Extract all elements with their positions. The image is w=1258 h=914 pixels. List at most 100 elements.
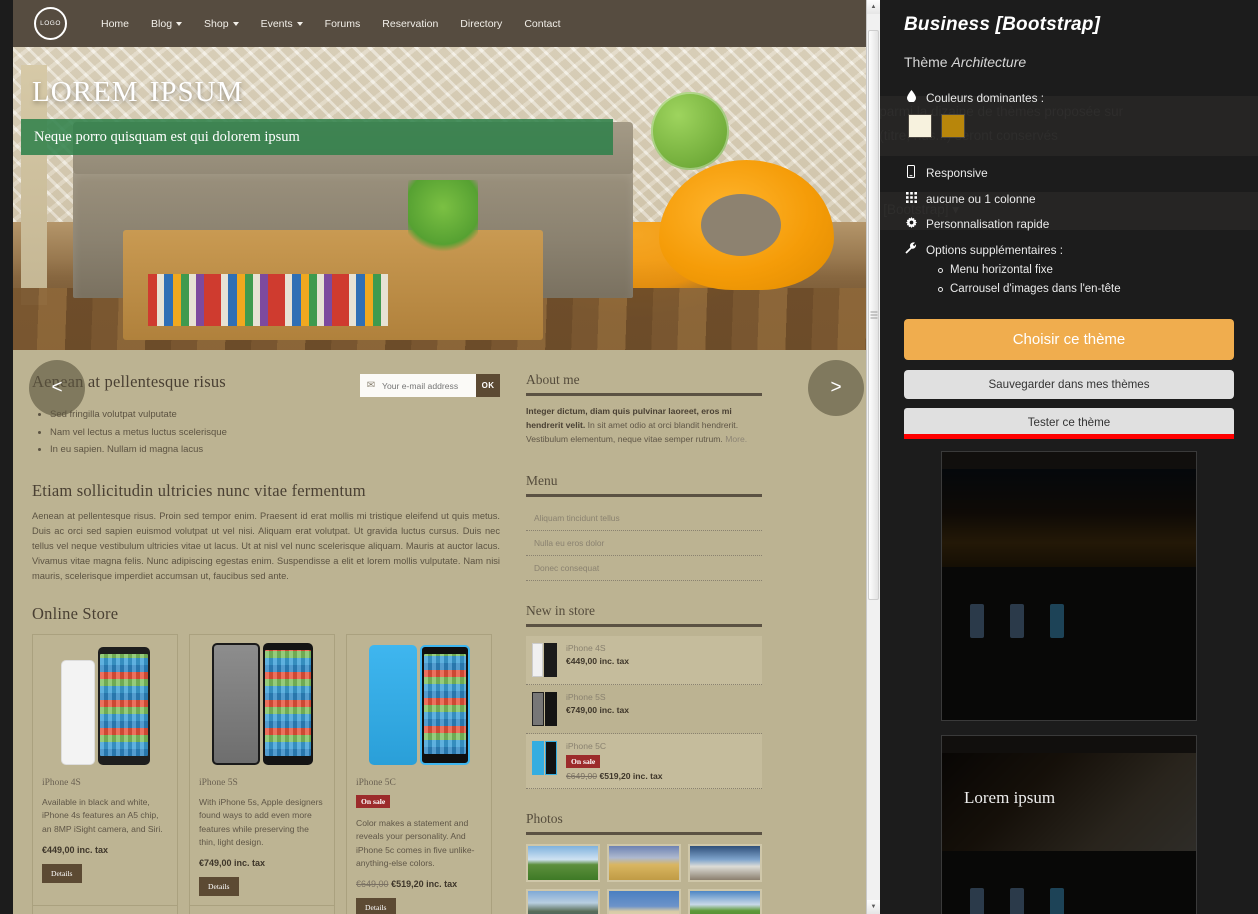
color-swatch-cream[interactable]: [908, 114, 932, 138]
hero-globe-decor: [651, 92, 729, 170]
nav-label: Directory: [460, 17, 503, 30]
photo-thumbnail-tree-meadow[interactable]: [526, 843, 600, 882]
list-item[interactable]: iPhone 4S €449,00 inc. tax: [526, 635, 762, 685]
product-name: iPhone 5C: [356, 777, 396, 788]
scrollbar-grip: [870, 311, 877, 319]
theme-prefix: Thème: [904, 54, 952, 70]
status-badge: On sale: [356, 794, 391, 808]
photo-thumbnail-mountain-lake[interactable]: [526, 888, 600, 914]
list-item: In eu sapien. Nullam id magna lacus: [50, 441, 500, 459]
about-me-more-link[interactable]: More.: [725, 434, 747, 444]
save-theme-button[interactable]: Sauvegarder dans mes thèmes: [904, 370, 1234, 399]
product-name: iPhone 5S: [199, 777, 238, 788]
site-logo[interactable]: LOGO: [34, 7, 67, 40]
product-card[interactable]: iPhone 4S Available in black and white, …: [32, 633, 178, 914]
carousel-prev-button[interactable]: <: [29, 360, 85, 416]
product-thumbnail: [532, 642, 558, 677]
divider: [526, 831, 762, 835]
nav-label: Contact: [524, 17, 561, 30]
theme-preview-thumbnail-tractor[interactable]: [941, 451, 1197, 721]
nav-item-home[interactable]: Home: [90, 18, 140, 30]
main-heading-2: Etiam sollicitudin ultricies nunc vitae …: [32, 480, 366, 500]
nav-label: Reservation: [382, 17, 439, 30]
nav-item-events[interactable]: Events: [250, 18, 314, 30]
nav-item-directory[interactable]: Directory: [449, 18, 513, 30]
nav-label: Events: [260, 17, 293, 30]
test-theme-button-wrapper: Tester ce thème: [904, 408, 1234, 439]
hero-title: Lorem ipsum: [32, 64, 244, 110]
list-item[interactable]: iPhone 5S €749,00 inc. tax: [526, 685, 762, 734]
product-details-button[interactable]: Details: [199, 877, 239, 897]
theme-name: Architecture: [951, 54, 1027, 70]
photo-thumbnail-field-trees[interactable]: [607, 888, 681, 914]
responsive-label: Responsive: [926, 166, 988, 180]
product-card[interactable]: iPhone 5S With iPhone 5s, Apple designer…: [189, 633, 335, 914]
nav-item-blog[interactable]: Blog: [140, 18, 193, 30]
options-label: Options supplémentaires :: [926, 242, 1064, 257]
newsletter-subscribe-form: ✉ OK: [360, 374, 500, 397]
color-swatch-gold[interactable]: [941, 114, 965, 138]
list-item: Carrousel d'images dans l'en-tête: [938, 283, 1234, 295]
product-thumbnail: [532, 740, 558, 775]
menu-title: Menu: [526, 472, 558, 488]
envelope-icon: ✉: [360, 374, 382, 397]
nav-item-contact[interactable]: Contact: [513, 18, 571, 30]
site-body: Aenean at pellentesque risus ✉ OK Sed fr…: [13, 350, 879, 914]
list-item: Nam vel lectus a metus luctus scelerisqu…: [50, 424, 500, 442]
product-image-iphone-5c: [347, 635, 491, 770]
product-details-button[interactable]: Details: [356, 898, 396, 914]
photo-thumbnail-windmill[interactable]: [688, 843, 762, 882]
new-in-store-title: New in store: [526, 602, 595, 618]
menu-item[interactable]: Aliquam tincidunt tellus: [526, 506, 762, 531]
list-item[interactable]: iPhone 5C On sale €649,00 €519,20 inc. t…: [526, 733, 762, 789]
scroll-up-button[interactable]: ▲: [867, 0, 880, 14]
add-to-cart-button[interactable]: ADD TO CART: [33, 905, 177, 914]
product-details-button[interactable]: Details: [42, 863, 82, 883]
option-label: Menu horizontal fixe: [950, 264, 1053, 276]
bullet-circle-icon: [938, 286, 943, 292]
feature-colors: Couleurs dominantes :: [904, 90, 1234, 105]
product-image-iphone-4s: [33, 635, 177, 770]
scrollbar-thumb[interactable]: [868, 30, 879, 600]
product-price: €449,00 inc. tax: [42, 844, 109, 855]
product-thumbnail: [532, 691, 558, 726]
nav-item-forums[interactable]: Forums: [314, 18, 372, 30]
email-input[interactable]: [382, 374, 476, 397]
preview-scrollbar[interactable]: ▲ ▼: [866, 0, 880, 914]
bullet-circle-icon: [938, 267, 943, 273]
scroll-down-button[interactable]: ▼: [867, 900, 880, 914]
product-description: Color makes a statement and reveals your…: [356, 817, 475, 868]
photos-title: Photos: [526, 810, 563, 826]
customization-label: Personnalisation rapide: [926, 217, 1050, 231]
carousel-next-button[interactable]: >: [808, 360, 864, 416]
add-to-cart-button[interactable]: ADD TO CART: [190, 905, 334, 914]
photo-gallery: [526, 843, 762, 914]
nav-item-shop[interactable]: Shop: [193, 18, 250, 30]
product-description: Available in black and white, iPhone 4s …: [42, 796, 163, 834]
feature-customization: Personnalisation rapide: [904, 217, 1234, 231]
thumbnail-hero-title: Lorem ipsum: [964, 788, 1056, 807]
photo-thumbnail-green-valley[interactable]: [688, 888, 762, 914]
product-name: iPhone 4S: [566, 642, 606, 653]
test-theme-button[interactable]: Tester ce thème: [904, 408, 1234, 437]
choose-theme-button[interactable]: Choisir ce thème: [904, 319, 1234, 360]
product-name: iPhone 5C: [566, 740, 607, 751]
chevron-down-icon: [296, 21, 303, 26]
main-paragraph: Aenean at pellentesque risus. Proin sed …: [32, 510, 500, 581]
chevron-down-icon: [176, 21, 183, 26]
page-title: Business [Bootstrap]: [904, 14, 1101, 35]
feature-options: Options supplémentaires :: [904, 242, 1234, 257]
product-old-price: €649,00: [356, 879, 389, 890]
photo-thumbnail-hay-bale[interactable]: [607, 843, 681, 882]
product-card[interactable]: iPhone 5C On sale Color makes a statemen…: [346, 633, 492, 914]
menu-item[interactable]: Donec consequat: [526, 556, 762, 581]
grid-icon: [904, 192, 918, 206]
nav-item-reservation[interactable]: Reservation: [371, 18, 449, 30]
subscribe-ok-button[interactable]: OK: [476, 374, 500, 397]
site-navbar: LOGO Home Blog Shop Events Forums Reserv…: [13, 0, 879, 47]
thumbnail-dim-overlay: [942, 452, 1196, 720]
menu-item[interactable]: Nulla eu eros dolor: [526, 531, 762, 556]
theme-preview-thumbnail-coffee-desk[interactable]: Lorem ipsum: [941, 735, 1197, 914]
chevron-down-icon: [232, 21, 239, 26]
gear-icon: [904, 217, 918, 231]
